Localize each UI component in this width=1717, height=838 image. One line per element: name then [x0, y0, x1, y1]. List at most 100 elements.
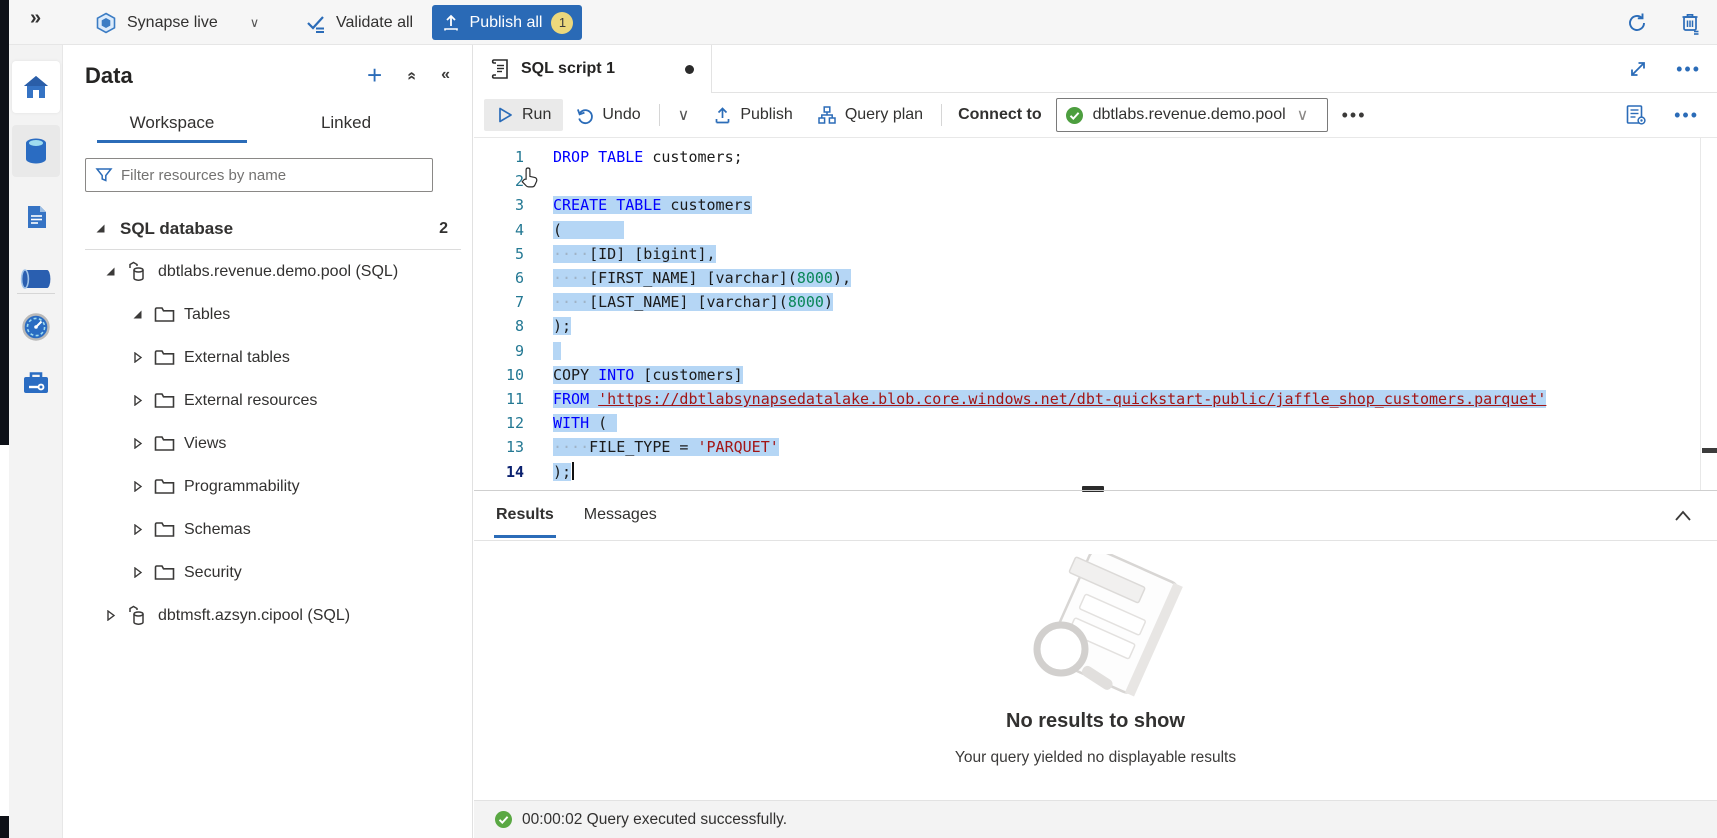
- panel-title: Data: [85, 63, 133, 89]
- nav-manage[interactable]: [12, 357, 60, 409]
- activity-bar: [9, 45, 63, 838]
- home-icon: [21, 72, 51, 102]
- toolbar-more-icon[interactable]: •••: [1328, 105, 1381, 126]
- nav-data[interactable]: [12, 125, 60, 177]
- expand-triangle-icon[interactable]: [132, 395, 146, 406]
- expand-triangle-icon[interactable]: [132, 438, 146, 449]
- run-options-chevron[interactable]: ∨: [666, 98, 702, 132]
- pool-name: dbtlabs.revenue.demo.pool: [1093, 106, 1286, 124]
- nav-home[interactable]: [12, 61, 60, 113]
- tree-item-security[interactable]: Security: [63, 551, 473, 594]
- code-line-text: FROM 'https://dbtlabsynapsedatalake.blob…: [553, 387, 1546, 411]
- collapse-all-icon[interactable]: «: [403, 72, 421, 79]
- code-line-text: DROP TABLE customers;: [553, 145, 743, 169]
- line-number: 5: [474, 242, 524, 266]
- git-mode-dropdown[interactable]: Synapse live ∨: [95, 0, 259, 45]
- code-line-text: WITH (: [553, 411, 617, 435]
- nav-integrate[interactable]: [12, 253, 60, 305]
- line-number: 12: [474, 411, 524, 435]
- code-line-9[interactable]: 9: [474, 339, 1717, 363]
- filter-box[interactable]: [85, 158, 433, 192]
- add-resource-button[interactable]: +: [367, 65, 382, 85]
- publish-button[interactable]: Publish: [701, 99, 804, 132]
- collapse-triangle-icon[interactable]: [95, 223, 109, 234]
- monitor-icon: [21, 312, 51, 342]
- tab-workspace[interactable]: Workspace: [85, 103, 259, 143]
- folder-icon: [154, 435, 175, 452]
- filter-input[interactable]: [121, 167, 423, 184]
- tree-item-external-tables[interactable]: External tables: [63, 336, 473, 379]
- sql-script-tab[interactable]: SQL script 1: [477, 45, 712, 93]
- tab-messages[interactable]: Messages: [576, 494, 665, 538]
- expand-left-rail-icon[interactable]: »: [30, 7, 41, 30]
- code-line-11[interactable]: 11 FROM 'https://dbtlabsynapsedatalake.bl…: [474, 387, 1717, 411]
- line-number: 11: [474, 387, 524, 411]
- tree-item-sql-database[interactable]: SQL database 2: [63, 207, 473, 250]
- trash-icon[interactable]: [1679, 11, 1703, 35]
- code-line-6[interactable]: 6····[FIRST_NAME] [varchar](8000),: [474, 266, 1717, 290]
- code-line-14[interactable]: 14);: [474, 460, 1717, 484]
- tab-linked[interactable]: Linked: [259, 103, 433, 143]
- chevron-down-icon: ∨: [1297, 105, 1309, 125]
- empty-results-subtitle: Your query yielded no displayable result…: [474, 749, 1717, 767]
- expand-triangle-icon[interactable]: [132, 567, 146, 578]
- collapse-triangle-icon[interactable]: [105, 266, 119, 277]
- code-line-3[interactable]: 3CREATE TABLE customers: [474, 193, 1717, 217]
- expand-triangle-icon[interactable]: [132, 481, 146, 492]
- folder-icon: [154, 349, 175, 366]
- success-check-icon: [494, 810, 513, 829]
- code-line-1[interactable]: 1DROP TABLE customers;: [474, 145, 1717, 169]
- code-line-8[interactable]: 8);: [474, 314, 1717, 338]
- expand-triangle-icon[interactable]: [132, 524, 146, 535]
- validate-all-button[interactable]: Validate all: [305, 0, 413, 45]
- expand-triangle-icon[interactable]: [132, 352, 146, 363]
- tree-item-views[interactable]: Views: [63, 422, 473, 465]
- line-number: 8: [474, 314, 524, 338]
- tab-more-icon[interactable]: •••: [1676, 59, 1701, 80]
- tree-item-external-resources[interactable]: External resources: [63, 379, 473, 422]
- tree-item-label: Tables: [184, 306, 230, 324]
- code-line-5[interactable]: 5····[ID] [bigint],: [474, 242, 1717, 266]
- tree-item-dbtmsft-azsyn-cipool-sql-[interactable]: dbtmsft.azsyn.cipool (SQL): [63, 594, 473, 637]
- nav-develop[interactable]: [12, 191, 60, 243]
- line-number: 9: [474, 339, 524, 363]
- tree-item-programmability[interactable]: Programmability: [63, 465, 473, 508]
- code-line-text: (: [553, 218, 624, 242]
- sql-code-editor[interactable]: 1DROP TABLE customers;23CREATE TABLE cus…: [474, 138, 1717, 490]
- refresh-icon[interactable]: [1625, 11, 1649, 35]
- code-line-7[interactable]: 7····[LAST_NAME] [varchar](8000): [474, 290, 1717, 314]
- connect-to-label: Connect to: [958, 106, 1042, 124]
- folder-icon: [154, 478, 175, 495]
- publish-all-label: Publish all: [470, 14, 543, 32]
- run-button[interactable]: Run: [484, 99, 563, 131]
- pool-selector-dropdown[interactable]: dbtlabs.revenue.demo.pool ∨: [1056, 98, 1328, 132]
- tab-results[interactable]: Results: [488, 494, 562, 538]
- editor-more-icon[interactable]: •••: [1674, 105, 1699, 126]
- tree-item-tables[interactable]: Tables: [63, 293, 473, 336]
- toolbar-divider: [941, 104, 942, 126]
- properties-icon[interactable]: [1624, 103, 1648, 127]
- publish-all-button[interactable]: Publish all 1: [432, 5, 582, 40]
- tree-item-dbtlabs-revenue-demo-pool-sql-[interactable]: dbtlabs.revenue.demo.pool (SQL): [63, 250, 473, 293]
- tree-item-schemas[interactable]: Schemas: [63, 508, 473, 551]
- code-line-10[interactable]: 10COPY INTO [customers]: [474, 363, 1717, 387]
- code-line-2[interactable]: 2: [474, 169, 1717, 193]
- database-icon: [127, 261, 149, 283]
- code-line-13[interactable]: 13····FILE_TYPE = 'PARQUET': [474, 435, 1717, 459]
- expand-triangle-icon[interactable]: [105, 610, 119, 621]
- collapse-triangle-icon[interactable]: [132, 309, 146, 320]
- synapse-live-icon: [95, 12, 117, 34]
- line-number: 10: [474, 363, 524, 387]
- collapse-results-icon[interactable]: [1673, 509, 1693, 523]
- undo-button[interactable]: Undo: [563, 99, 652, 132]
- collapse-panel-icon[interactable]: «: [441, 66, 450, 84]
- query-plan-button[interactable]: Query plan: [805, 98, 935, 132]
- code-line-4[interactable]: 4(: [474, 218, 1717, 242]
- tree-item-label: SQL database: [120, 219, 233, 239]
- tree-item-count: 2: [439, 220, 448, 238]
- expand-editor-icon[interactable]: [1628, 59, 1648, 79]
- nav-monitor[interactable]: [12, 301, 60, 353]
- code-line-12[interactable]: 12 WITH (: [474, 411, 1717, 435]
- no-results-illustration-icon: [474, 554, 1717, 704]
- synapse-studio-window: » Synapse live ∨ Validate all Publish al…: [0, 0, 1717, 838]
